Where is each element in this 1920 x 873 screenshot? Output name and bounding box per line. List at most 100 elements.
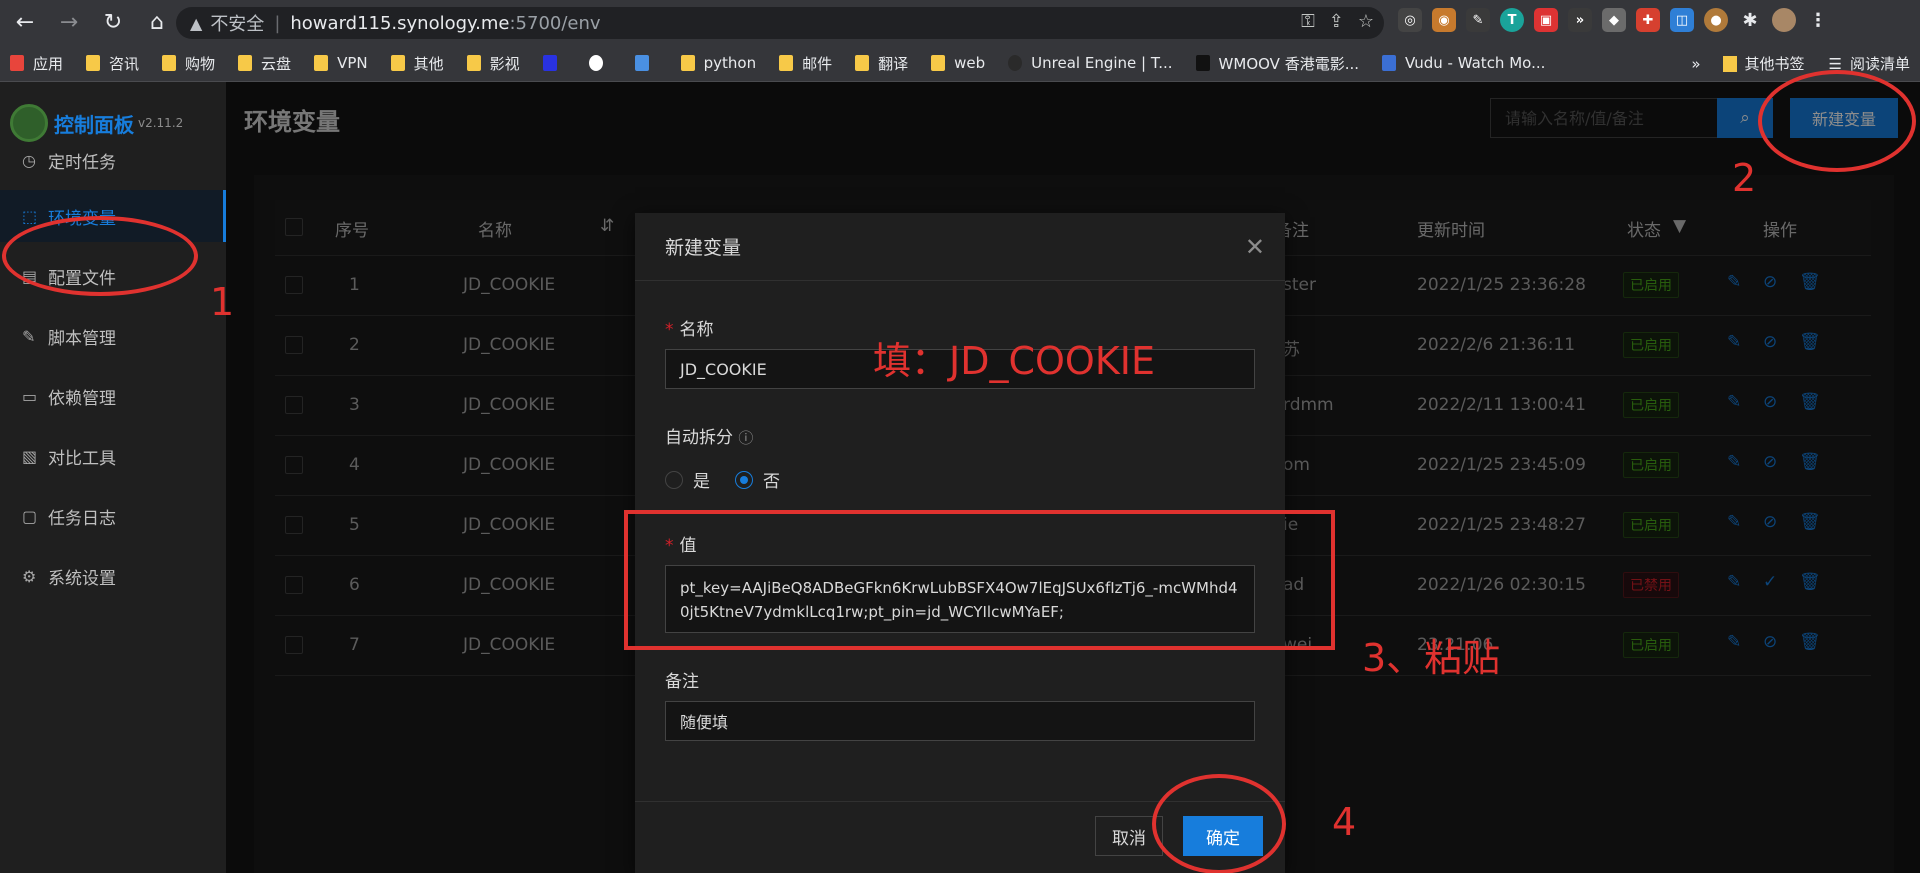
folder-icon: [466, 55, 481, 71]
bookmark-folder[interactable]: 其他: [390, 53, 444, 74]
bookmarks-bar: 应用 咨讯 购物 云盘 VPN 其他 影视 python 邮件 翻译 web U…: [0, 45, 1920, 82]
extension-icon[interactable]: ◫: [1670, 8, 1694, 32]
dialog-title: 新建变量: [635, 213, 1285, 281]
other-bookmarks[interactable]: 其他书签: [1745, 53, 1805, 74]
avatar[interactable]: [1772, 8, 1796, 32]
key-icon[interactable]: ⚿: [1301, 11, 1315, 32]
omnibox-separator: |: [274, 12, 281, 34]
folder-icon: [162, 55, 177, 71]
folder-icon: [86, 55, 101, 71]
bookmark-google[interactable]: [588, 55, 612, 71]
sidebar-item-diff[interactable]: ▧ 对比工具: [0, 430, 226, 482]
bookmark-folder[interactable]: 云盘: [238, 53, 291, 74]
insecure-label: 不安全: [210, 14, 265, 35]
edit-icon: ✎: [22, 326, 36, 346]
vudu-icon: [1382, 55, 1397, 71]
bookmark-baidu[interactable]: [542, 55, 566, 71]
address-bar[interactable]: ▲ 不安全 | howard115.synology.me:5700/env ⚿…: [176, 7, 1384, 39]
annotation-step4: 4: [1332, 800, 1357, 844]
warning-icon: ▲: [190, 13, 203, 33]
bookmark-unreal[interactable]: Unreal Engine | T...: [1008, 54, 1173, 72]
folder-icon: [680, 55, 695, 71]
wmoov-icon: [1195, 55, 1210, 71]
annotation-fill-hint: 填：JD_COOKIE: [873, 339, 1155, 383]
bookmark-vudu[interactable]: Vudu - Watch Mo...: [1382, 54, 1545, 72]
auto-split-label: 自动拆分 ⓘ: [665, 428, 754, 448]
annotation-value-box: [624, 510, 1335, 650]
bookmark-folder[interactable]: VPN: [314, 54, 368, 72]
bookmarks-overflow-icon[interactable]: »: [1691, 55, 1700, 73]
sidebar-item-scripts[interactable]: ✎ 脚本管理: [0, 310, 226, 362]
menu-icon[interactable]: ⋮: [1806, 8, 1830, 32]
radio-yes[interactable]: 是: [665, 467, 710, 492]
name-label: * 名称: [665, 320, 714, 340]
unreal-icon: [1008, 55, 1023, 71]
annotation-step3: 3、粘贴: [1362, 636, 1501, 680]
diamond-icon: [634, 55, 649, 71]
box-icon: ⬚: [22, 206, 38, 226]
help-icon: ⓘ: [738, 429, 754, 447]
clock-icon: ◷: [22, 150, 36, 170]
bookmark-folder[interactable]: 邮件: [779, 53, 832, 74]
extension-icon[interactable]: ◎: [1398, 8, 1422, 32]
diff-icon: ▧: [22, 446, 38, 466]
radio-circle-yes: [665, 470, 683, 489]
sidebar-item-deps[interactable]: ▭ 依赖管理: [0, 370, 226, 422]
bookmark-folder[interactable]: web: [931, 54, 985, 72]
url-host: howard115.synology.me: [290, 12, 510, 34]
bookmark-folder[interactable]: python: [680, 54, 756, 72]
folder-icon: [314, 55, 329, 71]
shield-icon[interactable]: ◆: [1602, 8, 1626, 32]
back-icon[interactable]: ←: [6, 4, 44, 42]
reload-icon[interactable]: ↻: [94, 4, 132, 42]
annotation-ring-ok: [1152, 774, 1286, 873]
folder-icon: [1722, 55, 1737, 72]
annotation-ring-env: [2, 216, 198, 296]
bookmark-wmoov[interactable]: WMOOV 香港電影...: [1195, 53, 1359, 74]
annotation-ring-new: [1758, 70, 1916, 172]
extension-icon[interactable]: T: [1500, 8, 1524, 32]
reading-list[interactable]: 阅读清单: [1850, 53, 1910, 74]
browser-toolbar: ← → ↻ ⌂ ▲ 不安全 | howard115.synology.me:57…: [0, 0, 1920, 45]
puzzle-icon[interactable]: ✱: [1738, 8, 1762, 32]
remark-field[interactable]: 随便填: [665, 701, 1255, 741]
logo: 控制面板 v2.11.2: [0, 82, 226, 142]
folder-icon: [931, 55, 946, 71]
extension-icon[interactable]: »: [1568, 8, 1592, 32]
apps-icon: [10, 55, 24, 71]
home-icon[interactable]: ⌂: [138, 4, 176, 42]
sidebar-item-cron[interactable]: ◷ 定时任务: [0, 134, 226, 186]
file-icon: ▭: [22, 386, 38, 406]
folder-icon: ▢: [22, 506, 38, 526]
extension-icon[interactable]: ◉: [1432, 8, 1456, 32]
remark-label: 备注: [665, 672, 699, 692]
folder-icon: [855, 55, 870, 71]
gear-icon: ⚙: [22, 566, 37, 586]
forward-icon[interactable]: →: [50, 4, 88, 42]
bookmark-folder[interactable]: 影视: [466, 53, 520, 74]
annotation-step2: 2: [1732, 156, 1757, 200]
google-icon: [588, 55, 603, 71]
url-path: :5700/env: [509, 12, 601, 34]
annotation-step1: 1: [210, 280, 235, 324]
extension-icon[interactable]: ▣: [1534, 8, 1558, 32]
extension-icon[interactable]: ✚: [1636, 8, 1660, 32]
sidebar: 控制面板 v2.11.2 ◷ 定时任务 ⬚ 环境变量 ▤ 配置文件 ✎ 脚本管理 ▭ 依赖…: [0, 82, 226, 873]
bookmark-folder[interactable]: 咨讯: [86, 53, 139, 74]
extensions-bar: ◎ ◉ ✎ T ▣ » ◆ ✚ ◫ ● ✱ ⋮: [1398, 8, 1830, 32]
close-icon[interactable]: ✕: [1245, 233, 1265, 261]
folder-icon: [238, 55, 253, 71]
star-icon[interactable]: ☆: [1358, 11, 1374, 32]
bookmark-apps[interactable]: 应用: [10, 53, 63, 74]
paw-icon: [542, 55, 557, 71]
cookie-icon[interactable]: ●: [1704, 8, 1728, 32]
bookmark-folder[interactable]: 翻译: [855, 53, 908, 74]
radio-no[interactable]: 否: [735, 467, 780, 492]
folder-icon: [779, 55, 794, 71]
share-icon[interactable]: ⇪: [1329, 11, 1344, 32]
bookmark-translate[interactable]: [634, 55, 658, 71]
extension-icon[interactable]: ✎: [1466, 8, 1490, 32]
bookmark-folder[interactable]: 购物: [162, 53, 215, 74]
sidebar-item-settings[interactable]: ⚙ 系统设置: [0, 550, 226, 602]
sidebar-item-logs[interactable]: ▢ 任务日志: [0, 490, 226, 542]
